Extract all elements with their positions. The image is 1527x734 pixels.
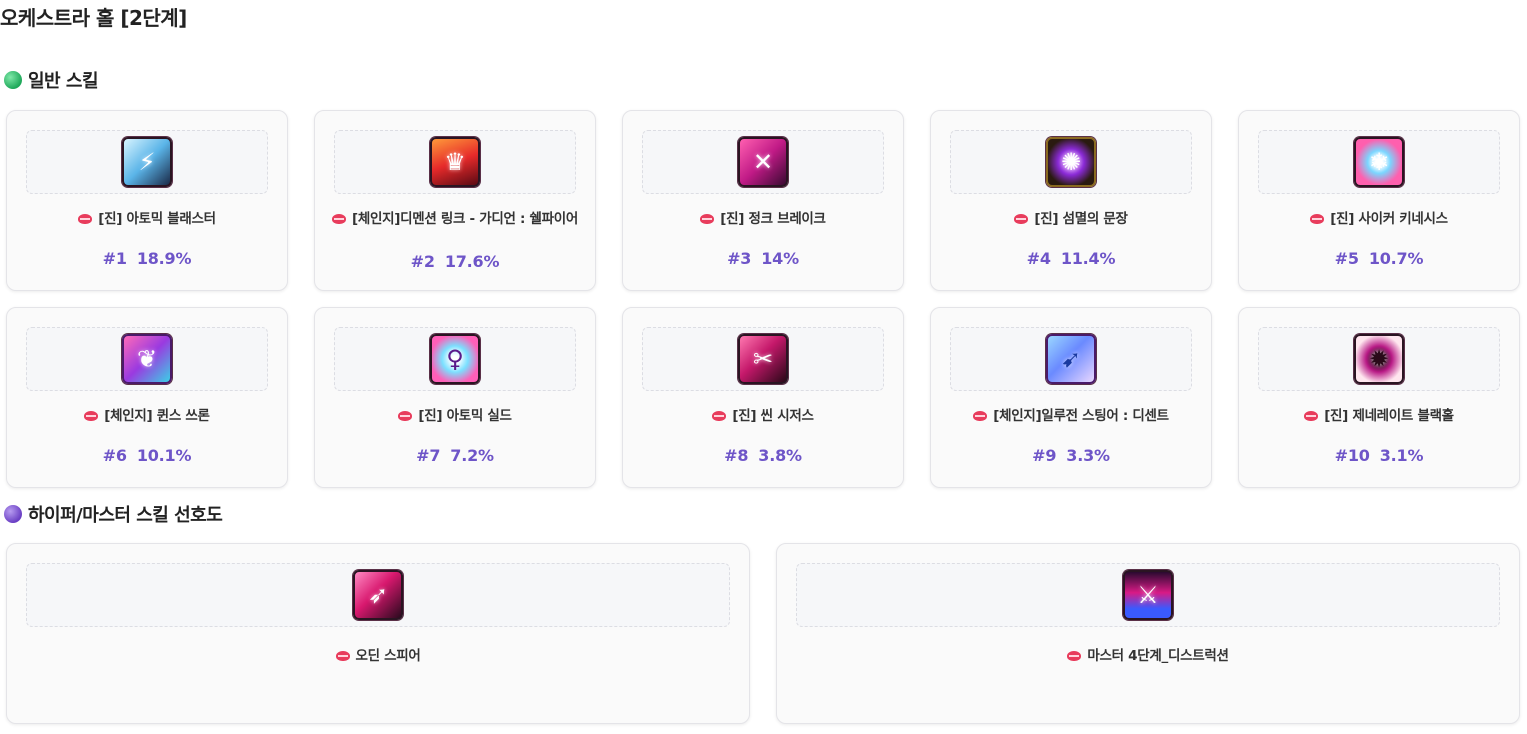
lips-icon — [712, 411, 727, 421]
skill-rank: #10 — [1334, 446, 1370, 465]
lips-icon — [332, 214, 347, 224]
skill-rank: #7 — [416, 446, 441, 465]
skill-percent: 3.1% — [1379, 446, 1424, 465]
rank-row: #2 17.6% — [315, 252, 595, 271]
flame-guardian-icon: ♛ — [430, 137, 480, 187]
lips-icon — [84, 411, 99, 421]
skill-card[interactable]: ❦ [체인지] 퀸스 쓰론 #6 10.1% — [6, 307, 288, 488]
skill-card[interactable]: ➹ [체인지]일루전 스팅어 : 디센트 #9 3.3% — [930, 307, 1212, 488]
skill-name: [체인지]일루전 스팅어 : 디센트 — [993, 408, 1169, 424]
rank-row: #1 18.9% — [7, 249, 287, 268]
lips-icon — [1067, 651, 1082, 661]
skill-rank: #8 — [724, 446, 749, 465]
rank-row: #4 11.4% — [931, 249, 1211, 268]
skill-name: [진] 정크 브레이크 — [720, 211, 826, 227]
black-hole-icon: ✹ — [1354, 334, 1404, 384]
destruction-icon: ⚔ — [1123, 570, 1173, 620]
hyper-skill-card[interactable]: ⚔ 마스터 4단계_디스트럭션 — [776, 543, 1520, 724]
skill-percent: 17.6% — [444, 252, 500, 271]
lips-icon — [973, 411, 988, 421]
butterfly-icon: ❦ — [122, 334, 172, 384]
icon-frame: ➹ — [950, 327, 1192, 391]
rank-row: #10 3.1% — [1239, 446, 1519, 465]
skill-card[interactable]: ♛ [체인지]디멘션 링크 - 가디언 : 쉘파이어 #2 17.6% — [314, 110, 596, 291]
icon-frame: ❄ — [1258, 130, 1500, 194]
skill-percent: 10.7% — [1368, 249, 1424, 268]
skill-card[interactable]: ✹ [진] 제네레이트 블랙홀 #10 3.1% — [1238, 307, 1520, 488]
skill-card[interactable]: ⚡ [진] 아토믹 블래스터 #1 18.9% — [6, 110, 288, 291]
section-normal-skills: 일반 스킬 — [4, 67, 99, 93]
scissors-icon: ✂ — [738, 334, 788, 384]
skill-card[interactable]: ✺ [진] 섬멸의 문장 #4 11.4% — [930, 110, 1212, 291]
skill-name: [체인지]디멘션 링크 - 가디언 : 쉘파이어 — [352, 211, 578, 227]
sigil-icon: ✺ — [1046, 137, 1096, 187]
skill-rank: #3 — [727, 249, 752, 268]
skill-rank: #6 — [102, 446, 127, 465]
normal-skill-grid: ⚡ [진] 아토믹 블래스터 #1 18.9% ♛ [체인지]디멘션 링크 - 가… — [6, 110, 1520, 488]
blade-icon: ✕ — [738, 137, 788, 187]
skill-name: [진] 아토믹 실드 — [418, 408, 512, 424]
skill-name: [진] 제네레이트 블랙홀 — [1324, 408, 1454, 424]
icon-frame: ♛ — [334, 130, 576, 194]
skill-card[interactable]: ♀ [진] 아토믹 실드 #7 7.2% — [314, 307, 596, 488]
lips-icon — [1014, 214, 1029, 224]
skill-card[interactable]: ❄ [진] 사이커 키네시스 #5 10.7% — [1238, 110, 1520, 291]
snowflake-icon: ❄ — [1354, 137, 1404, 187]
lightning-icon: ⚡ — [122, 137, 172, 187]
spear-icon: ➶ — [353, 570, 403, 620]
rank-row: #7 7.2% — [315, 446, 595, 465]
skill-rank: #1 — [102, 249, 127, 268]
icon-frame: ♀ — [334, 327, 576, 391]
skill-percent: 7.2% — [450, 446, 494, 465]
lips-icon — [1304, 411, 1319, 421]
hyper-skill-card[interactable]: ➶ 오딘 스피어 — [6, 543, 750, 724]
skill-card[interactable]: ✂ [진] 씬 시저스 #8 3.8% — [622, 307, 904, 488]
lips-icon — [398, 411, 413, 421]
shield-figure-icon: ♀ — [430, 334, 480, 384]
skill-name: [진] 씬 시저스 — [732, 408, 814, 424]
skill-rank: #9 — [1032, 446, 1057, 465]
skill-percent: 14% — [761, 249, 799, 268]
icon-frame: ✂ — [642, 327, 884, 391]
icon-frame: ✕ — [642, 130, 884, 194]
lips-icon — [1310, 214, 1325, 224]
skill-name: 오딘 스피어 — [355, 648, 421, 664]
rank-row: #3 14% — [623, 249, 903, 268]
skill-name: 마스터 4단계_디스트럭션 — [1087, 648, 1229, 664]
skill-percent: 3.8% — [758, 446, 802, 465]
lips-icon — [78, 214, 93, 224]
icon-frame: ⚡ — [26, 130, 268, 194]
purple-dot-icon — [4, 505, 22, 523]
skill-percent: 11.4% — [1060, 249, 1116, 268]
section-title: 일반 스킬 — [28, 71, 99, 92]
skill-rank: #2 — [410, 252, 435, 271]
icon-frame: ⚔ — [796, 563, 1500, 627]
stinger-icon: ➹ — [1046, 334, 1096, 384]
rank-row: #8 3.8% — [623, 446, 903, 465]
skill-card[interactable]: ✕ [진] 정크 브레이크 #3 14% — [622, 110, 904, 291]
icon-frame: ➶ — [26, 563, 730, 627]
skill-name: [체인지] 퀸스 쓰론 — [104, 408, 210, 424]
page-title: 오케스트라 홀 [2단계] — [0, 6, 187, 30]
hyper-skill-grid: ➶ 오딘 스피어 ⚔ 마스터 4단계_디스트럭션 — [6, 543, 1520, 724]
section-title: 하이퍼/마스터 스킬 선호도 — [28, 505, 223, 526]
skill-percent: 10.1% — [136, 446, 192, 465]
icon-frame: ✹ — [1258, 327, 1500, 391]
skill-percent: 3.3% — [1066, 446, 1110, 465]
green-dot-icon — [4, 71, 22, 89]
skill-rank: #4 — [1026, 249, 1051, 268]
icon-frame: ✺ — [950, 130, 1192, 194]
skill-name: [진] 아토믹 블래스터 — [98, 211, 216, 227]
skill-name: [진] 섬멸의 문장 — [1034, 211, 1128, 227]
rank-row: #6 10.1% — [7, 446, 287, 465]
rank-row: #5 10.7% — [1239, 249, 1519, 268]
skill-percent: 18.9% — [136, 249, 192, 268]
lips-icon — [335, 651, 350, 661]
section-hyper-skills: 하이퍼/마스터 스킬 선호도 — [4, 501, 223, 527]
skill-name: [진] 사이커 키네시스 — [1330, 211, 1448, 227]
icon-frame: ❦ — [26, 327, 268, 391]
rank-row: #9 3.3% — [931, 446, 1211, 465]
skill-rank: #5 — [1334, 249, 1359, 268]
lips-icon — [700, 214, 715, 224]
